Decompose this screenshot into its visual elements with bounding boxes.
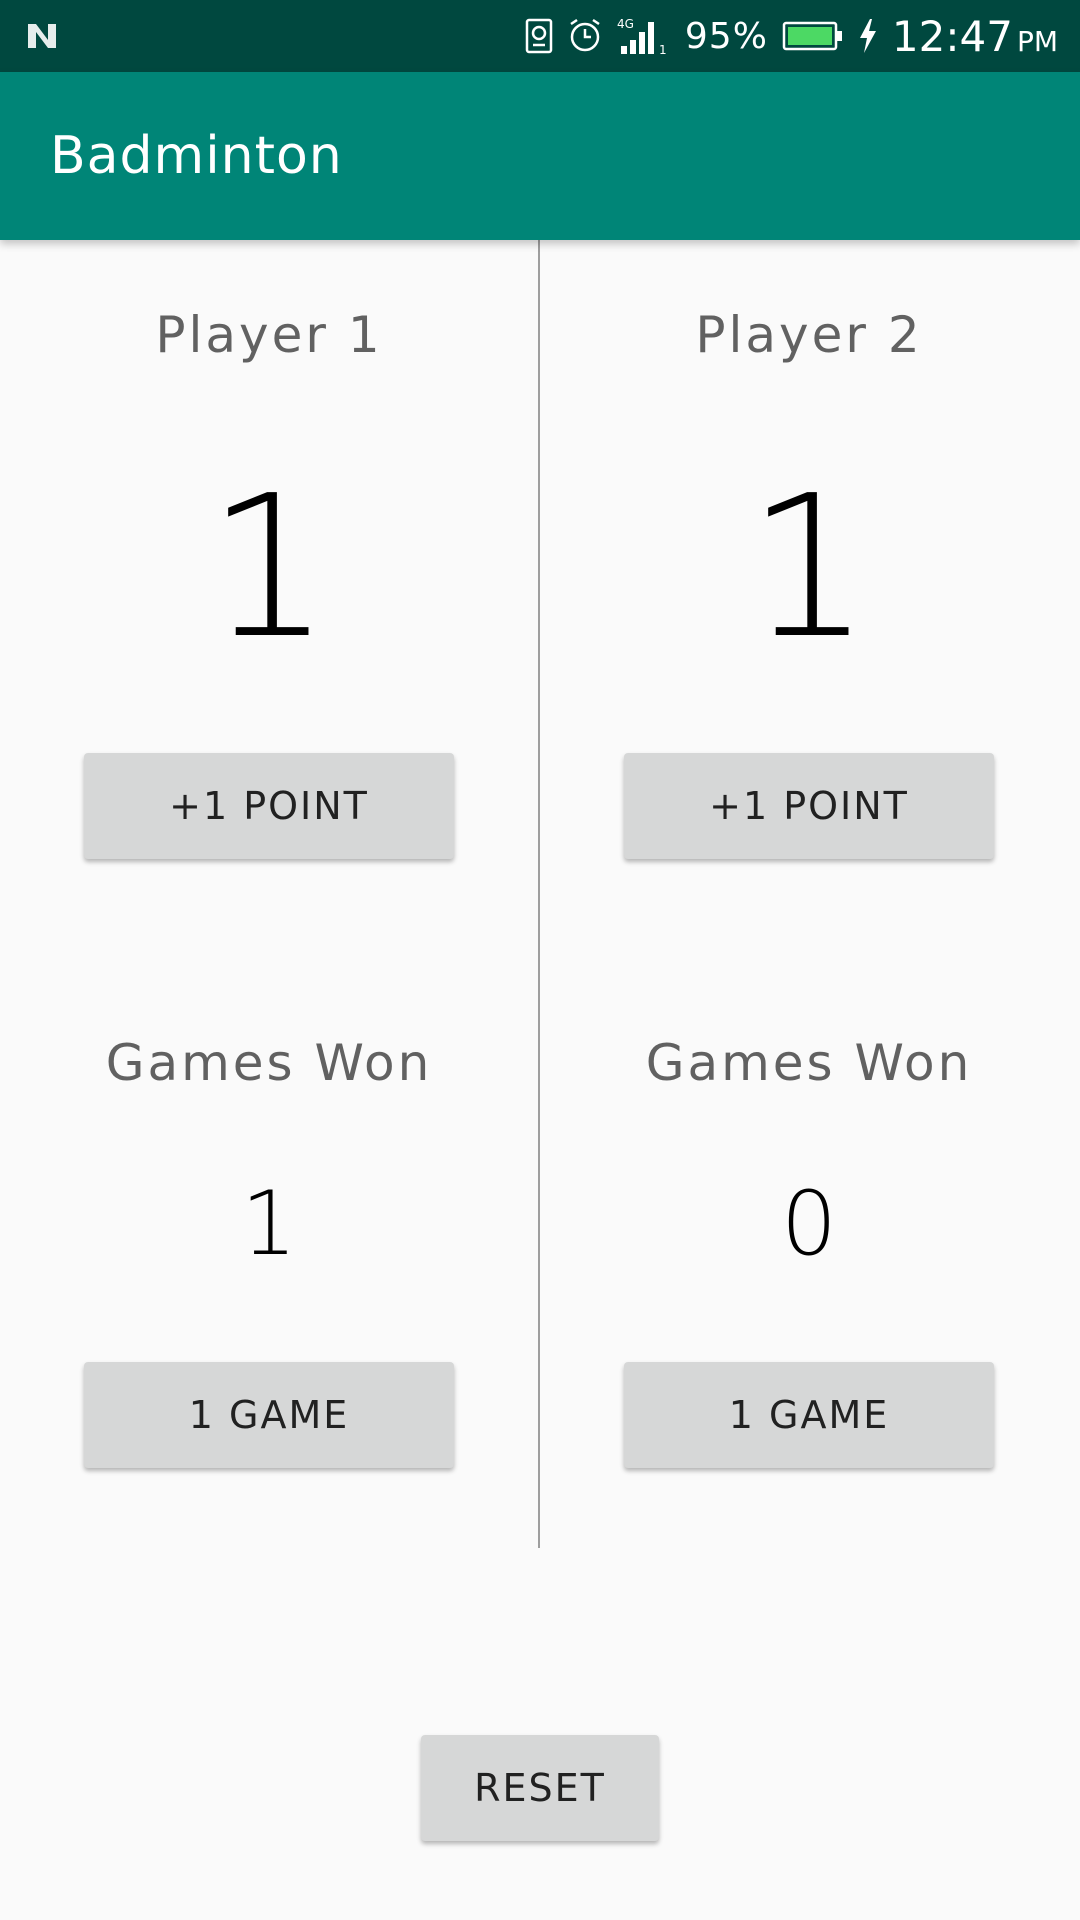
app-bar: Badminton xyxy=(0,72,1080,240)
player-1-add-game-button[interactable]: 1 GAME xyxy=(84,1362,454,1468)
player-2-name: Player 2 xyxy=(695,306,923,364)
player-2-add-game-button[interactable]: 1 GAME xyxy=(624,1362,994,1468)
clock-ampm: PM xyxy=(1016,24,1058,58)
svg-text:4G: 4G xyxy=(617,17,634,31)
sim-card-icon xyxy=(525,18,553,54)
clock: 12:47 PM xyxy=(892,12,1058,61)
player-1-name: Player 1 xyxy=(155,306,383,364)
player-2-games-won-label: Games Won xyxy=(645,1034,973,1092)
notification-n-icon xyxy=(28,24,56,48)
charging-bolt-icon xyxy=(859,19,876,53)
player-2-add-point-button[interactable]: +1 POINT xyxy=(624,753,994,859)
clock-time: 12:47 xyxy=(891,11,1013,61)
reset-button[interactable]: RESET xyxy=(421,1735,659,1841)
player-2-score: 1 xyxy=(746,454,872,682)
player-1-games-won-label: Games Won xyxy=(105,1034,433,1092)
player-2-column: Player 2 1 +1 POINT Games Won 0 1 GAME xyxy=(540,240,1078,1548)
player-1-column: Player 1 1 +1 POINT Games Won 1 1 GAME xyxy=(0,240,538,1548)
svg-text:1: 1 xyxy=(659,43,667,56)
signal-4g-icon: 4G 1 xyxy=(617,17,667,56)
battery-percent: 95% xyxy=(684,15,768,57)
player-1-games-won-count: 1 xyxy=(241,1172,297,1275)
alarm-icon xyxy=(570,18,600,52)
status-bar: 4G 1 95% 12:47 PM xyxy=(0,0,1080,72)
player-1-score: 1 xyxy=(206,454,332,682)
app-title: Badminton xyxy=(50,126,343,186)
player-2-games-won-count: 0 xyxy=(781,1172,837,1275)
player-1-add-point-button[interactable]: +1 POINT xyxy=(84,753,454,859)
battery-icon xyxy=(782,21,842,51)
